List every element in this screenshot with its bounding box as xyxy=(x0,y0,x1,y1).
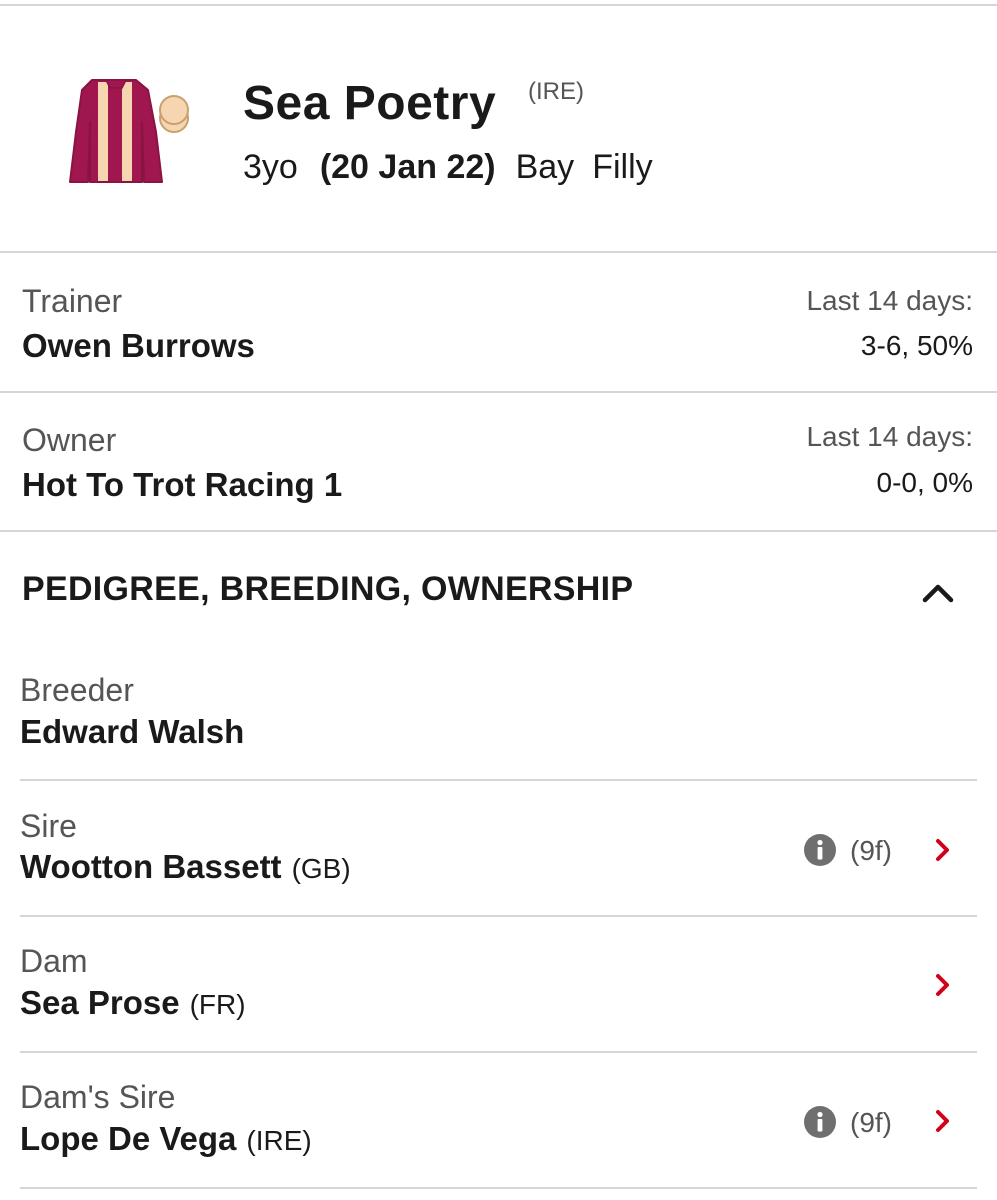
breeder-name: Edward Walsh xyxy=(20,713,245,750)
horse-country: (IRE) xyxy=(528,78,584,105)
horse-colour: Bay xyxy=(515,148,575,186)
jockey-silk-icon xyxy=(69,79,189,183)
horse-sex: Filly xyxy=(592,148,653,186)
trainer-label: Trainer xyxy=(22,283,123,319)
dams-sire-country: (IRE) xyxy=(246,1125,312,1156)
owner-stat-label: Last 14 days: xyxy=(806,421,973,452)
info-icon[interactable] xyxy=(803,1105,837,1139)
chevron-right-icon[interactable] xyxy=(933,1107,953,1135)
sire-country: (GB) xyxy=(291,853,351,884)
divider xyxy=(0,4,997,6)
horse-age: 3yo xyxy=(243,148,298,186)
dam-country: (FR) xyxy=(189,989,246,1020)
owner-stat-value: 0-0, 0% xyxy=(876,467,974,498)
trainer-stat-value: 3-6, 50% xyxy=(860,330,973,361)
chevron-up-icon[interactable] xyxy=(920,578,956,606)
divider xyxy=(20,915,977,917)
sire-name-line[interactable]: Wootton Bassett (GB) xyxy=(20,848,351,886)
divider xyxy=(0,530,997,532)
divider xyxy=(20,1187,977,1189)
dam-name-line[interactable]: Sea Prose (FR) xyxy=(20,984,246,1022)
divider xyxy=(20,779,977,781)
trainer-stat-label: Last 14 days: xyxy=(806,285,973,316)
chevron-right-icon[interactable] xyxy=(933,971,953,999)
divider xyxy=(20,1051,977,1053)
breeder-label: Breeder xyxy=(20,672,134,708)
horse-details: 3yo (20 Jan 22) Bay Filly xyxy=(243,148,653,187)
sire-label: Sire xyxy=(20,808,77,844)
section-title: PEDIGREE, BREEDING, OWNERSHIP xyxy=(22,570,634,608)
horse-name: Sea Poetry xyxy=(243,77,497,130)
dams-sire-name-line[interactable]: Lope De Vega (IRE) xyxy=(20,1120,312,1158)
dams-sire-label: Dam's Sire xyxy=(20,1079,176,1115)
info-icon[interactable] xyxy=(803,833,837,867)
divider xyxy=(0,251,997,253)
dam-label: Dam xyxy=(20,943,88,979)
divider xyxy=(0,391,997,393)
chevron-right-icon[interactable] xyxy=(933,836,953,864)
owner-label: Owner xyxy=(22,422,117,458)
sire-name: Wootton Bassett xyxy=(20,848,282,885)
dams-sire-name: Lope De Vega xyxy=(20,1120,237,1157)
dams-sire-distance: (9f) xyxy=(850,1107,892,1138)
horse-dob: (20 Jan 22) xyxy=(319,148,496,186)
owner-name[interactable]: Hot To Trot Racing 1 xyxy=(22,466,342,504)
sire-distance: (9f) xyxy=(850,835,892,866)
trainer-name[interactable]: Owen Burrows xyxy=(22,327,255,365)
dam-name: Sea Prose xyxy=(20,984,180,1021)
